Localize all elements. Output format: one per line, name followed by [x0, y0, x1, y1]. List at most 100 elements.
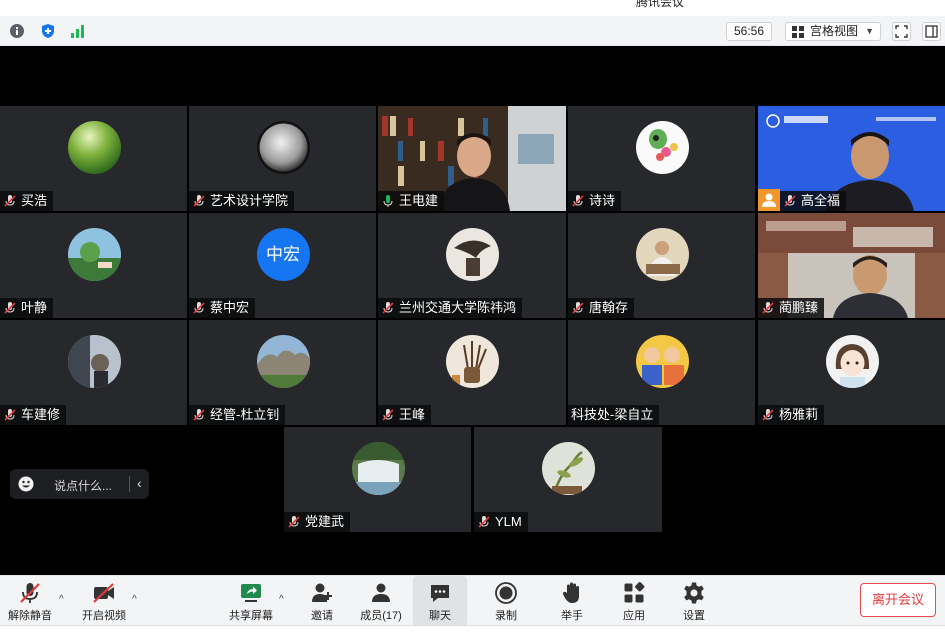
mic-muted-icon: [288, 516, 300, 528]
participant-name-bar: 叶静: [0, 298, 54, 318]
avatar: 中宏: [256, 227, 310, 281]
avatar: [67, 227, 121, 281]
avatar: [446, 227, 499, 281]
record-icon: [495, 582, 517, 604]
window-title: 腾讯会议: [635, 0, 684, 9]
participant-tile[interactable]: 蔺鹏臻: [758, 213, 945, 318]
participant-name-bar: 杨雅莉: [758, 405, 825, 425]
avatar: [542, 441, 595, 495]
invite-button[interactable]: 邀请: [302, 576, 342, 626]
participant-tile[interactable]: 杨雅莉: [758, 320, 945, 425]
emoji-icon[interactable]: [18, 476, 34, 492]
add-user-icon: [312, 583, 332, 602]
mic-muted-icon: [784, 195, 796, 207]
sidebar-toggle-button[interactable]: [922, 22, 941, 41]
info-icon[interactable]: [9, 23, 25, 39]
participant-name: 蔺鹏臻: [779, 300, 819, 315]
shield-icon[interactable]: [40, 23, 56, 39]
participant-name-bar: 蔺鹏臻: [758, 298, 825, 318]
participant-tile[interactable]: 唐翰存: [568, 213, 755, 318]
participant-name-bar: 王峰: [378, 405, 432, 425]
record-button[interactable]: 录制: [486, 576, 526, 626]
participant-name: 兰州交通大学陈祎鸿: [399, 300, 517, 315]
chevron-left-icon[interactable]: ‹: [137, 475, 142, 491]
avatar: [256, 120, 310, 174]
participant-name-bar: 兰州交通大学陈祎鸿: [378, 298, 523, 318]
settings-button[interactable]: 设置: [674, 576, 714, 626]
raise-hand-label: 举手: [561, 610, 583, 622]
participant-name-bar: 蔡中宏: [189, 298, 256, 318]
chat-quick-input[interactable]: 说点什么... ‹: [10, 469, 149, 499]
participant-tile[interactable]: YLM: [474, 427, 662, 532]
participant-tile[interactable]: 中宏 蔡中宏: [189, 213, 376, 318]
raise-hand-button[interactable]: 举手: [552, 576, 592, 626]
gear-icon: [684, 582, 704, 604]
chat-icon: [431, 585, 449, 602]
participant-name: 王峰: [399, 407, 426, 422]
title-bar: 腾讯会议: [0, 0, 945, 16]
participant-name-bar: 高全福: [780, 191, 847, 211]
participant-name: 党建武: [305, 514, 345, 529]
record-label: 录制: [495, 610, 517, 622]
fullscreen-button[interactable]: [892, 22, 911, 41]
participant-name-bar: 党建武: [284, 512, 351, 532]
signal-icon[interactable]: [70, 23, 86, 39]
mic-muted-icon: [4, 409, 16, 421]
leave-meeting-button[interactable]: 离开会议: [860, 583, 936, 617]
participant-name-bar: 王电建: [378, 191, 445, 211]
mic-muted-icon: [382, 409, 394, 421]
participant-tile[interactable]: 叶静: [0, 213, 187, 318]
participant-tile[interactable]: 经管-杜立钊: [189, 320, 376, 425]
participant-name-bar: 科技处-梁自立: [568, 405, 660, 425]
participant-name: 车建修: [21, 407, 61, 422]
participant-name: 经管-杜立钊: [210, 407, 280, 422]
unmute-button[interactable]: 解除静音: [4, 576, 56, 626]
participant-tile[interactable]: 王峰: [378, 320, 566, 425]
apps-button[interactable]: 应用: [614, 576, 654, 626]
members-label: 成员(17): [360, 610, 402, 622]
participant-name: YLM: [495, 514, 522, 529]
participant-name-bar: 唐翰存: [568, 298, 635, 318]
participant-tile-speaking[interactable]: 王电建: [378, 106, 566, 211]
window-bottom-edge: [0, 625, 945, 633]
participant-name: 科技处-梁自立: [571, 407, 654, 422]
participant-tile[interactable]: 兰州交通大学陈祎鸿: [378, 213, 566, 318]
participant-tile[interactable]: 高全福: [758, 106, 945, 211]
mic-muted-icon: [478, 516, 490, 528]
unmute-label: 解除静音: [8, 610, 52, 622]
chevron-up-icon[interactable]: ^: [59, 594, 64, 605]
participant-tile[interactable]: 科技处-梁自立: [568, 320, 755, 425]
participant-name-bar: 艺术设计学院: [189, 191, 295, 211]
chevron-up-icon[interactable]: ^: [279, 594, 284, 605]
participant-name-bar: 车建修: [0, 405, 67, 425]
avatar: [635, 120, 689, 174]
start-video-label: 开启视频: [82, 610, 126, 622]
mic-muted-icon: [193, 195, 205, 207]
members-button[interactable]: 成员(17): [356, 576, 406, 626]
video-off-icon: [93, 583, 114, 603]
grid-icon: [792, 26, 804, 38]
chat-button[interactable]: 聊天: [413, 576, 467, 626]
participant-name-bar: 诗诗: [568, 191, 622, 211]
chat-placeholder[interactable]: 说点什么...: [54, 477, 112, 494]
participant-tile[interactable]: 买浩: [0, 106, 187, 211]
participant-name: 买浩: [21, 193, 48, 208]
divider: [129, 476, 130, 492]
participant-tile[interactable]: 诗诗: [568, 106, 755, 211]
mic-muted-icon: [572, 195, 584, 207]
mic-muted-icon: [193, 302, 205, 314]
participant-name-bar: 经管-杜立钊: [189, 405, 286, 425]
view-mode-button[interactable]: 宫格视图 ▼: [785, 22, 881, 41]
participant-tile[interactable]: 艺术设计学院: [189, 106, 376, 211]
share-screen-button[interactable]: 共享屏幕: [226, 576, 276, 626]
participant-name: 唐翰存: [589, 300, 629, 315]
avatar: [256, 334, 310, 388]
members-icon: [372, 583, 390, 602]
participant-name: 叶静: [21, 300, 48, 315]
participant-tile[interactable]: 车建修: [0, 320, 187, 425]
meeting-window: 腾讯会议 56:56 宫格视图 ▼ 买浩 艺术设计学院 王电建 诗诗 高全福 叶…: [0, 0, 945, 633]
chevron-up-icon[interactable]: ^: [132, 594, 137, 605]
participant-tile[interactable]: 党建武: [284, 427, 471, 532]
start-video-button[interactable]: 开启视频: [78, 576, 130, 626]
participant-name: 王电建: [399, 193, 439, 208]
